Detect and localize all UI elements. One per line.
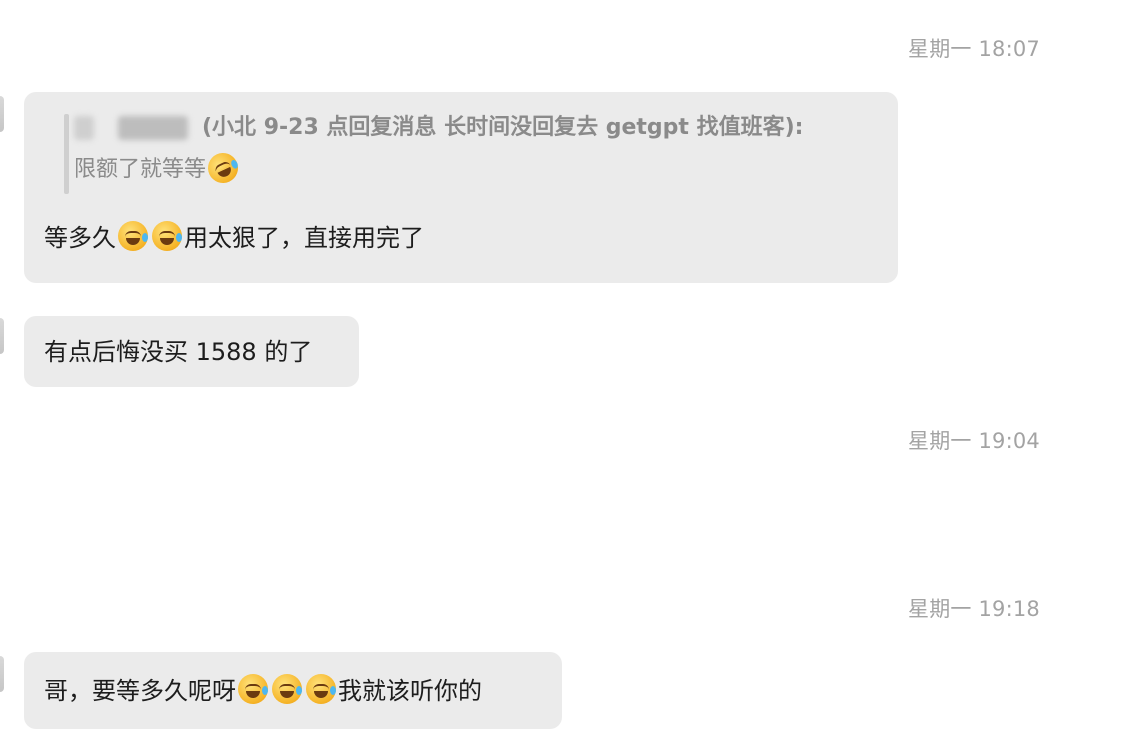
quote-bar	[64, 114, 69, 194]
tears-of-joy-icon	[118, 221, 148, 251]
quoted-message[interactable]: (小北 9-23 点回复消息 长时间没回复去 getgpt 找值班客): 限额了…	[44, 112, 878, 194]
quote-body-text: 限额了就等等	[74, 157, 207, 182]
message-bubble[interactable]: (小北 9-23 点回复消息 长时间没回复去 getgpt 找值班客): 限额了…	[24, 92, 898, 283]
redacted-name	[74, 116, 94, 140]
tears-of-joy-icon	[272, 673, 302, 704]
redacted-name	[118, 116, 188, 140]
quote-header-text: (小北 9-23 点回复消息 长时间没回复去 getgpt 找值班客):	[202, 115, 804, 140]
message-text: 等多久 用太狠了，直接用完了	[44, 221, 878, 254]
chat-area: 星期一 18:07 (小北 9-23 点回复消息 长时间没回复去 getgpt …	[0, 0, 1130, 740]
message-bubble[interactable]: 哥，要等多久呢呀 我就该听你的	[24, 652, 562, 729]
avatar[interactable]	[0, 96, 4, 132]
tears-of-joy-icon	[306, 673, 336, 704]
rolling-on-floor-laughing-icon	[203, 148, 243, 188]
tears-of-joy-icon	[238, 673, 268, 704]
message-text: 有点后悔没买 1588 的了	[44, 337, 313, 366]
timestamp: 星期一 19:04	[908, 429, 1040, 453]
quote-header: (小北 9-23 点回复消息 长时间没回复去 getgpt 找值班客):	[74, 112, 878, 144]
avatar[interactable]	[0, 318, 4, 354]
tears-of-joy-icon	[152, 221, 182, 251]
message-text-part: 用太狠了，直接用完了	[184, 224, 424, 252]
timestamp: 星期一 18:07	[908, 37, 1040, 61]
quote-body: 限额了就等等	[74, 148, 878, 188]
message-text-part: 等多久	[44, 224, 116, 252]
message-text: 哥，要等多久呢呀 我就该听你的	[44, 673, 482, 707]
message-text-part: 哥，要等多久呢呀	[44, 676, 236, 705]
timestamp: 星期一 19:18	[908, 597, 1040, 621]
message-text-part: 我就该听你的	[338, 676, 482, 705]
message-bubble[interactable]: 有点后悔没买 1588 的了	[24, 316, 359, 387]
avatar[interactable]	[0, 656, 4, 692]
